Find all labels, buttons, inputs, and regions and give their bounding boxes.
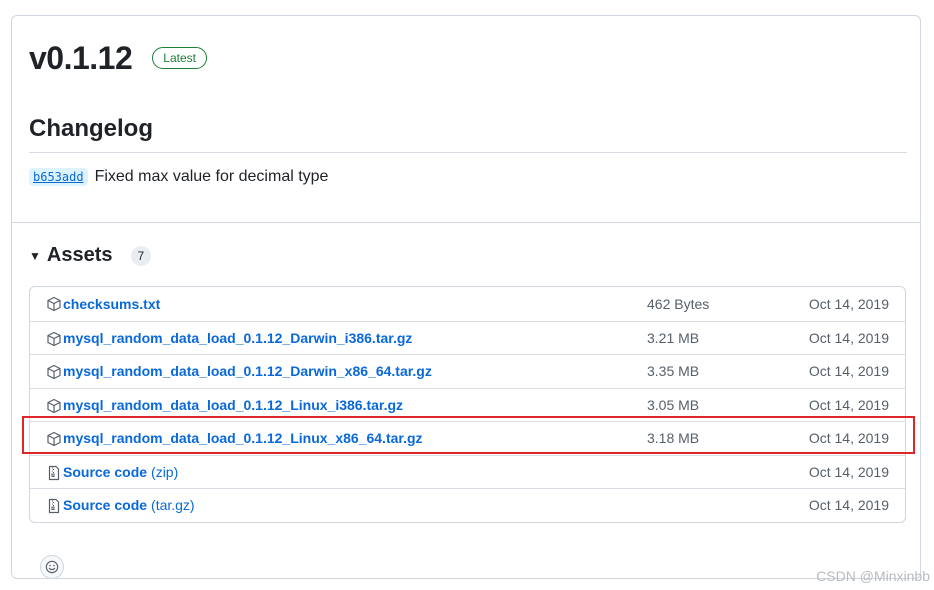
- file-zip-icon: [46, 465, 62, 481]
- asset-ext: (tar.gz): [151, 497, 195, 514]
- asset-list: checksums.txt 462 Bytes Oct 14, 2019 mysql_…: [29, 286, 906, 523]
- watermark: CSDN @Minxinbb: [816, 568, 930, 584]
- asset-download-link[interactable]: mysql_random_data_load_0.1.12_Linux_i386…: [63, 397, 403, 413]
- asset-row: mysql_random_data_load_0.1.12_Darwin_i38…: [30, 320, 905, 355]
- commit-sha-link[interactable]: b653add: [29, 168, 88, 186]
- asset-download-link[interactable]: mysql_random_data_load_0.1.12_Darwin_x86…: [63, 363, 432, 379]
- asset-ext: (zip): [151, 463, 179, 480]
- asset-download-link[interactable]: mysql_random_data_load_0.1.12_Darwin_i38…: [63, 330, 412, 346]
- asset-row: mysql_random_data_load_0.1.12_Darwin_x86…: [30, 354, 905, 388]
- assets-heading: Assets: [46, 244, 113, 266]
- asset-name: Source code: [63, 497, 148, 514]
- asset-size: 3.35 MB: [647, 363, 700, 380]
- release-card: v0.1.12 Latest Changelog b653add Fixed m…: [11, 15, 921, 579]
- asset-size: 3.05 MB: [647, 396, 700, 413]
- asset-name: mysql_random_data_load_0.1.12_Darwin_i38…: [63, 329, 413, 346]
- asset-row: Source code (zip) Oct 14, 2019: [30, 454, 905, 489]
- commit-message: Fixed max value for decimal type: [94, 168, 329, 185]
- assets-count-badge: 7: [130, 245, 152, 266]
- asset-date: Oct 14, 2019: [808, 295, 889, 312]
- package-icon: [46, 398, 62, 414]
- assets-toggle[interactable]: ▼ Assets 7: [29, 244, 152, 267]
- asset-date: Oct 14, 2019: [808, 329, 889, 346]
- add-reaction-button[interactable]: [40, 555, 64, 579]
- package-icon: [46, 296, 62, 312]
- latest-badge: Latest: [152, 47, 207, 69]
- asset-date: Oct 14, 2019: [808, 363, 889, 380]
- asset-date: Oct 14, 2019: [808, 463, 889, 480]
- asset-name: mysql_random_data_load_0.1.12_Darwin_x86…: [63, 363, 432, 380]
- asset-download-link[interactable]: Source code (zip): [63, 464, 178, 480]
- changelog-heading: Changelog: [29, 114, 907, 153]
- asset-date: Oct 14, 2019: [808, 497, 889, 514]
- package-icon: [46, 331, 62, 347]
- release-title-row: v0.1.12 Latest: [29, 38, 207, 78]
- asset-date: Oct 14, 2019: [808, 396, 889, 413]
- asset-name: mysql_random_data_load_0.1.12_Linux_i386…: [63, 396, 404, 413]
- commit-row: b653add Fixed max value for decimal type: [29, 168, 328, 186]
- asset-download-link[interactable]: Source code (tar.gz): [63, 497, 195, 513]
- file-zip-icon: [46, 498, 62, 514]
- asset-row: checksums.txt 462 Bytes Oct 14, 2019: [30, 287, 905, 321]
- caret-down-icon: ▼: [29, 248, 41, 263]
- smiley-icon: [45, 560, 59, 574]
- asset-size: 3.21 MB: [647, 329, 700, 346]
- asset-row: Source code (tar.gz) Oct 14, 2019: [30, 488, 905, 522]
- asset-name: Source code: [63, 463, 148, 480]
- asset-download-link[interactable]: checksums.txt: [63, 296, 160, 312]
- asset-size: 462 Bytes: [647, 295, 710, 312]
- release-version[interactable]: v0.1.12: [29, 38, 133, 78]
- package-icon: [46, 364, 62, 380]
- section-divider: [12, 222, 920, 223]
- highlight-box: [22, 416, 915, 454]
- asset-name: checksums.txt: [63, 295, 161, 312]
